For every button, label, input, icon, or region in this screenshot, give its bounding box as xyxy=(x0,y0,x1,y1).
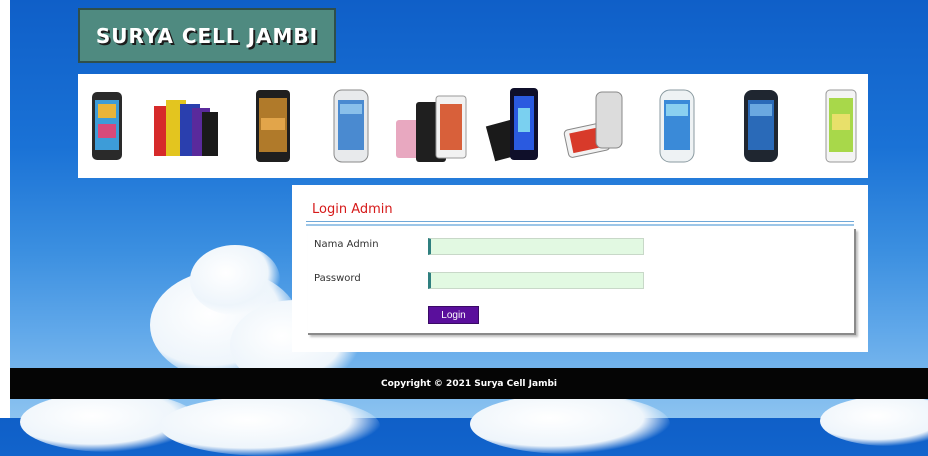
phone-image-3 xyxy=(256,90,290,162)
login-title: Login Admin xyxy=(312,202,393,217)
username-label: Nama Admin xyxy=(314,239,379,250)
footer: Copyright © 2021 Surya Cell Jambi xyxy=(10,368,928,399)
phone-image-2 xyxy=(154,100,218,156)
phone-image-6 xyxy=(485,88,538,162)
phones-banner-image xyxy=(92,88,857,163)
site-header-banner: SURYA CELL JAMBI xyxy=(78,8,336,63)
password-input[interactable] xyxy=(428,272,644,289)
title-divider xyxy=(306,221,854,222)
login-panel: Login Admin Nama Admin Password Login xyxy=(292,185,868,352)
phone-image-7 xyxy=(563,91,623,158)
phone-image-8 xyxy=(659,89,695,163)
username-input[interactable] xyxy=(428,238,644,255)
title-divider-secondary xyxy=(306,224,854,226)
phone-image-4 xyxy=(333,89,369,163)
phone-image-1 xyxy=(92,92,122,160)
login-form: Nama Admin Password Login xyxy=(308,229,856,335)
site-title: SURYA CELL JAMBI xyxy=(95,23,319,48)
phone-image-10 xyxy=(825,89,857,163)
phones-banner xyxy=(78,74,868,178)
phone-image-5 xyxy=(396,95,467,162)
login-button[interactable]: Login xyxy=(428,306,479,324)
page-left-edge xyxy=(0,0,10,418)
footer-copyright: Copyright © 2021 Surya Cell Jambi xyxy=(381,378,557,389)
phone-image-9 xyxy=(744,90,778,162)
password-label: Password xyxy=(314,273,361,284)
